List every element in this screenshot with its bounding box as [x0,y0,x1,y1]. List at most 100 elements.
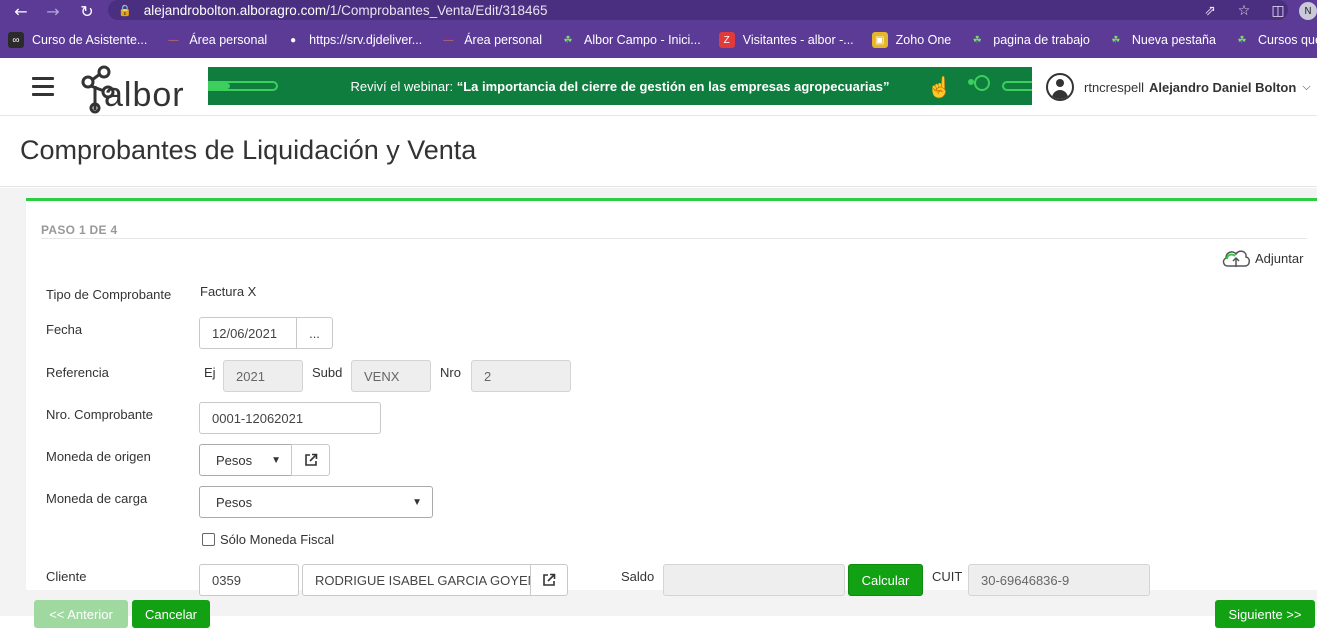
banner-ring [974,75,990,91]
bookmark-label: Curso de Asistente... [32,33,148,47]
attach-label: Adjuntar [1255,250,1304,266]
user-menu[interactable]: rtncrespell Alejandro Daniel Bolton ⌵ [1046,73,1311,101]
hamburger-menu-icon[interactable] [32,77,54,96]
chevron-down-icon: ▼ [412,496,422,508]
share-icon[interactable]: ⇗ [1193,3,1227,19]
solo-moneda-fiscal-label: Sólo Moneda Fiscal [220,532,335,547]
webinar-banner[interactable]: Reviví el webinar: “La importancia del c… [208,67,1032,105]
bookmark-item[interactable]: ☘ Cursos que Recibo [1234,32,1317,48]
banner-decoration-left [208,81,278,91]
moneda-carga-value: Pesos [216,494,253,510]
cliente-nombre-input[interactable]: RODRIGUE ISABEL GARCIA GOYEN [302,564,531,596]
chevron-down-icon: ▼ [271,454,281,466]
nro-comprobante-label: Nro. Comprobante [46,407,153,422]
fecha-label: Fecha [46,322,83,337]
bookmark-item[interactable]: ☘ pagina de trabajo [969,32,1090,48]
step-divider [41,238,1307,239]
form-panel: PASO 1 DE 4 Adjuntar Tipo de Comprobante… [26,198,1317,596]
saldo-label: Saldo [621,569,655,584]
app-header: albor Reviví el webinar: “La importancia… [0,58,1317,116]
cliente-codigo-input[interactable]: 0359 [199,564,299,596]
chevron-down-icon: ⌵ [1302,80,1311,93]
sidepanel-icon[interactable]: ◫ [1261,3,1295,19]
browser-toolbar: ← → ↻ 🔒 alejandrobolton.alboragro.com/1/… [0,0,1317,22]
moneda-carga-select[interactable]: Pesos ▼ [199,486,433,518]
lock-icon: 🔒 [118,3,132,17]
logo-text: albor [104,76,185,114]
sprout-icon: ☘ [563,34,573,46]
external-link-icon [543,573,556,586]
bookmark-label: Área personal [464,33,543,47]
subd-label: Subd [312,365,343,380]
nro-comprobante-input[interactable]: 0001-12062021 [199,402,381,434]
user-fullname: Alejandro Daniel Bolton [1148,79,1297,95]
bookmark-label: https://srv.djdeliver... [309,33,423,47]
attach-button[interactable]: Adjuntar [1221,247,1303,269]
bookmark-label: Cursos que Recibo [1257,33,1317,47]
cliente-open-button[interactable] [530,564,568,596]
step-indicator: PASO 1 DE 4 [41,223,118,237]
bookmark-item[interactable]: — Área personal [440,32,542,48]
siguiente-button[interactable]: Siguiente >> [1215,600,1315,628]
cuit-input: 30-69646836-9 [968,564,1150,596]
external-link-icon [304,453,317,466]
reload-button[interactable]: ↻ [76,0,98,22]
moneda-carga-label: Moneda de carga [46,491,148,506]
moneda-origen-value: Pesos [216,452,253,468]
sprout-icon: ☘ [972,34,982,46]
bookmark-item[interactable]: ☘ Nueva pestaña [1108,32,1216,48]
bookmark-label: Albor Campo - Inici... [584,33,701,47]
nro-input: 2 [471,360,571,392]
forward-button[interactable]: → [42,0,64,22]
globe-icon: ● [285,32,302,48]
moneda-origen-open-button[interactable] [291,444,330,476]
bookmark-item[interactable]: ● https://srv.djdeliver... [285,32,422,48]
dash-icon: — [443,34,454,46]
star-icon[interactable]: ☆ [1227,3,1261,19]
page-title: Comprobantes de Liquidación y Venta [20,135,477,165]
bookmark-label: pagina de trabajo [993,33,1090,47]
sprout-icon: ☘ [1237,34,1247,46]
bookmarks-bar: ∞ Curso de Asistente... — Área personal ● htt… [0,22,1317,58]
tipo-comprobante-label: Tipo de Comprobante [46,287,172,302]
fecha-picker-button[interactable]: ... [296,317,333,349]
tipo-comprobante-value: Factura X [200,284,257,299]
bookmark-label: Área personal [189,33,268,47]
fecha-input[interactable]: 12/06/2021 [199,317,297,349]
page-title-bar: Comprobantes de Liquidación y Venta [0,117,1317,187]
cancelar-button[interactable]: Cancelar [132,600,210,628]
sprout-icon: ☘ [1111,34,1121,46]
solo-moneda-fiscal-checkbox[interactable] [202,533,215,546]
bookmark-item[interactable]: ▣ Zoho One [871,32,952,48]
cloud-upload-icon [1222,250,1250,267]
ej-label: Ej [204,365,216,380]
nro-label: Nro [440,365,461,380]
user-avatar-icon [1046,73,1074,101]
moneda-origen-label: Moneda de origen [46,449,151,464]
banner-text: Reviví el webinar: “La importancia del c… [350,78,890,94]
pointer-hand-icon: ☝ [927,77,952,99]
bookmark-label: Zoho One [895,33,952,47]
moneda-origen-select[interactable]: Pesos ▼ [199,444,292,476]
calcular-button[interactable]: Calcular [848,564,923,596]
bookmark-item[interactable]: Z Visitantes - albor -... [718,32,854,48]
back-button[interactable]: ← [10,0,32,22]
anterior-button[interactable]: << Anterior [34,600,128,628]
subdiario-input: VENX [351,360,431,392]
saldo-input [663,564,845,596]
profile-avatar[interactable]: N [1299,2,1317,20]
bookmark-label: Nueva pestaña [1131,33,1216,47]
bookmark-item[interactable]: — Área personal [165,32,267,48]
bookmark-item[interactable]: ☘ Albor Campo - Inici... [560,32,701,48]
z-icon: Z [718,32,735,48]
banner-decoration-right [1002,81,1032,91]
address-bar[interactable]: 🔒 alejandrobolton.alboragro.com/1/Compro… [108,0,1288,20]
url-text: alejandrobolton.alboragro.com/1/Comproba… [143,2,548,18]
username: rtncrespell [1084,79,1144,95]
cube-icon: ▣ [871,32,888,48]
dash-icon: — [168,34,179,46]
referencia-label: Referencia [46,365,109,380]
bookmark-item[interactable]: ∞ Curso de Asistente... [8,32,147,48]
ejercicio-input: 2021 [223,360,303,392]
cuit-label: CUIT [932,569,963,584]
